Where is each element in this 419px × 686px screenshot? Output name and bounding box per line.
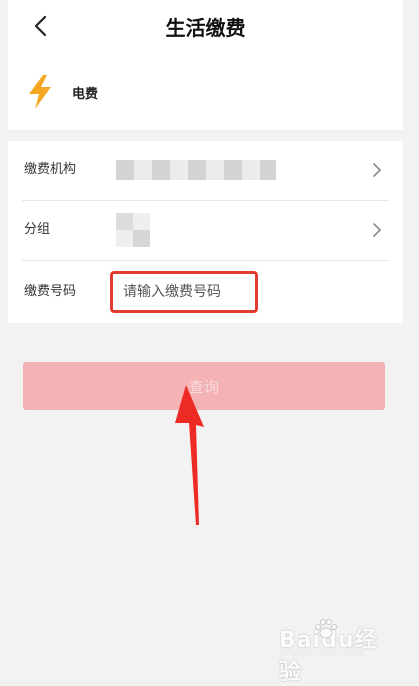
chevron-right-icon <box>373 163 381 177</box>
lightning-icon <box>29 75 51 109</box>
group-row[interactable]: 分组 <box>8 201 403 259</box>
watermark: Baidu经验 jingyan.baidu.com <box>279 616 397 685</box>
org-row[interactable]: 缴费机构 <box>8 141 403 199</box>
service-type: 电费 <box>26 74 98 110</box>
payment-number-input[interactable] <box>110 271 258 313</box>
org-value-redacted <box>116 160 276 180</box>
app-header: 生活缴费 电费 <box>8 0 403 130</box>
org-label: 缴费机构 <box>24 162 77 177</box>
chevron-right-icon <box>373 223 381 237</box>
service-label: 电费 <box>72 86 99 102</box>
payment-form: 缴费机构 分组 缴费号码 <box>8 141 403 323</box>
divider <box>22 260 389 261</box>
watermark-site: jingyan.baidu.com <box>281 648 365 658</box>
paw-icon <box>315 619 337 639</box>
annotation-arrow-icon <box>175 385 204 525</box>
group-label: 分组 <box>24 222 51 237</box>
number-label: 缴费号码 <box>24 284 77 299</box>
page-title: 生活缴费 <box>165 16 246 40</box>
group-value-redacted <box>116 213 150 247</box>
